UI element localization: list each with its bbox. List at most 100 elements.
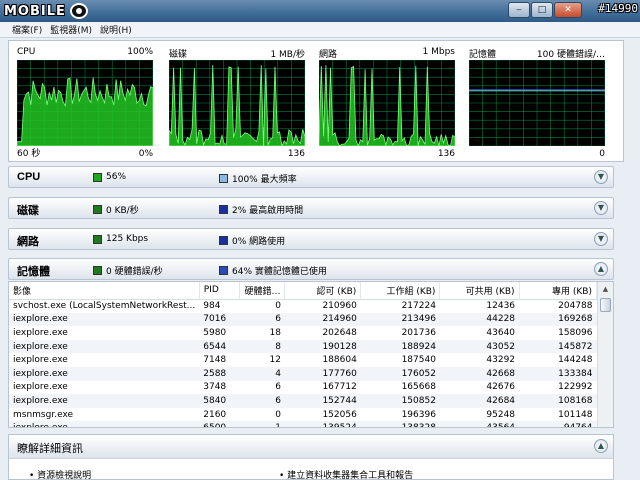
legend-text: 0 硬體錯誤/秒: [106, 267, 163, 277]
section-memory[interactable]: 記憶體 0 硬體錯誤/秒 64% 實體記憶體已使用 ▲: [8, 258, 614, 280]
legend-text: 0% 網路使用: [232, 237, 286, 247]
legend-swatch: [93, 172, 102, 182]
vertical-scrollbar[interactable]: ▲: [597, 282, 613, 427]
learn-more-title: 瞭解詳細資訊: [17, 442, 83, 455]
cell-image: iexplore.exe: [13, 327, 68, 338]
maximize-button[interactable]: □: [531, 2, 553, 18]
network-graph-canvas: [319, 60, 455, 146]
section-title: 記憶體: [17, 265, 50, 278]
table-row[interactable]: iexplore.exe 6544 8 190128 188924 43052 145872: [9, 339, 597, 354]
menu-file[interactable]: 檔案(F): [12, 23, 42, 36]
table-row[interactable]: iexplore.exe 7148 12 188604 187540 43292 14424…: [9, 353, 597, 367]
section-disk[interactable]: 磁碟 0 KB/秒 2% 最高啟用時間 ▼: [8, 197, 614, 219]
collapse-chevron-icon[interactable]: ▲: [594, 439, 608, 453]
legend-swatch: [219, 236, 228, 245]
legend-swatch: [219, 205, 228, 214]
legend-text: 56%: [106, 172, 127, 182]
graph-min-label: 0%: [138, 149, 153, 159]
cell-pid: 2588: [199, 366, 240, 381]
learn-more-header[interactable]: 瞭解詳細資訊 ▲: [9, 435, 613, 459]
scroll-thumb[interactable]: [600, 298, 611, 312]
table-row[interactable]: iexplore.exe 7016 6 214960 213496 44228 169268: [9, 312, 597, 327]
cell-commit: 210960: [322, 301, 357, 312]
expand-chevron-icon[interactable]: ▼: [594, 201, 608, 215]
table-body: svchost.exe (LocalSystemNetworkRest... 98…: [9, 299, 597, 427]
graphs-panel: CPU 100% 60 秒 0% 磁碟 1 MB/秒 136 網路 1 Mbps…: [8, 40, 624, 162]
column-header-private[interactable]: 專用 (KB): [519, 282, 598, 300]
memory-graph-canvas: [469, 60, 605, 146]
cell-shareable: 42668: [439, 366, 520, 381]
logo-mark-icon: [69, 3, 88, 19]
close-button[interactable]: ✕: [554, 2, 582, 18]
minimize-button[interactable]: ‒: [508, 2, 530, 18]
legend-swatch: [93, 205, 102, 214]
menu-help[interactable]: 說明(H): [100, 23, 132, 36]
legend-text: 100% 最大頻率: [232, 175, 297, 185]
cpu-graph: CPU 100% 60 秒 0%: [13, 47, 157, 159]
cell-hard-faults: 6: [275, 382, 281, 393]
graph-min-label: 136: [437, 149, 455, 159]
cell-commit: 152056: [322, 409, 357, 420]
cell-commit: 167712: [322, 382, 357, 393]
cell-shareable: 42684: [439, 394, 520, 408]
cell-working-set: 150852: [360, 394, 440, 408]
table-row[interactable]: iexplore.exe 3748 6 167712 165668 42676 122992: [9, 381, 597, 395]
graph-title: 網路: [319, 50, 338, 60]
section-title: CPU: [17, 171, 41, 183]
cell-working-set: 176052: [360, 366, 440, 381]
legend-text: 125 Kbps: [106, 234, 149, 244]
cell-working-set: 217224: [401, 301, 436, 312]
cell-pid: 6544: [199, 339, 240, 354]
cell-pid: 5840: [199, 394, 240, 408]
cell-commit: 214960: [284, 312, 361, 327]
table-row[interactable]: iexplore.exe 5980 18 202648 201736 43640 15809…: [9, 326, 597, 340]
cell-working-set: 188924: [360, 339, 440, 354]
expand-chevron-icon[interactable]: ▼: [594, 232, 608, 246]
graph-title: CPU: [17, 47, 36, 57]
cell-pid: 7016: [199, 312, 240, 327]
table-row[interactable]: iexplore.exe650011395241383284356494764: [9, 421, 597, 427]
link-data-collector-help[interactable]: • 建立資料收集器集合工具和報告: [279, 468, 413, 480]
cell-private: 94764: [519, 421, 597, 427]
section-network[interactable]: 網路 125 Kbps 0% 網路使用 ▼: [8, 228, 614, 250]
menu-monitor[interactable]: 監視器(M): [50, 23, 92, 36]
cell-hard-faults: 0: [275, 409, 281, 420]
graph-min-label: 136: [287, 149, 305, 159]
window-controls: ‒ □ ✕: [508, 2, 582, 18]
cell-working-set: 138328: [360, 421, 440, 427]
cell-commit: 177760: [284, 366, 361, 381]
cell-pid: 984: [203, 301, 221, 312]
scroll-up-icon[interactable]: ▲: [598, 282, 613, 296]
table-row[interactable]: msnmsgr.exe 2160 0 152056 196396 95248 101148: [9, 408, 597, 422]
cell-hard-faults: 8: [239, 339, 285, 354]
table-row[interactable]: svchost.exe (LocalSystemNetworkRest... 98…: [9, 299, 597, 313]
column-header-working-set[interactable]: 工作組 (KB): [360, 282, 441, 300]
cell-shareable: 44228: [439, 312, 520, 327]
table-row[interactable]: iexplore.exe 5840 6 152744 150852 42684 108168: [9, 394, 597, 408]
cell-image: iexplore.exe: [9, 421, 200, 427]
table-row[interactable]: iexplore.exe 2588 4 177760 176052 42668 133384: [9, 366, 597, 381]
collapse-chevron-icon[interactable]: ▲: [594, 262, 608, 276]
process-table-panel: 影像 PID 硬體錯… 認可 (KB) 工作組 (KB) 可共用 (KB) 專用…: [8, 281, 614, 428]
cell-working-set: 187540: [401, 355, 436, 366]
table-header-row: 影像 PID 硬體錯… 認可 (KB) 工作組 (KB) 可共用 (KB) 專用…: [9, 282, 598, 300]
network-graph: 網路 1 Mbps 136: [315, 47, 459, 159]
legend-swatch: [93, 234, 102, 244]
cell-private: 145872: [519, 339, 597, 354]
link-resource-monitor-help[interactable]: • 資源檢視說明: [29, 468, 91, 480]
cell-commit: 188604: [322, 355, 357, 366]
column-header-commit[interactable]: 認可 (KB): [284, 282, 362, 300]
section-cpu[interactable]: CPU 56% 100% 最大頻率 ▼: [8, 166, 614, 188]
column-header-image[interactable]: 影像: [9, 282, 200, 300]
cell-hard-faults: 6: [239, 394, 285, 408]
graph-max-label: 1 Mbps: [422, 47, 455, 57]
graph-max-label: 100%: [127, 47, 153, 57]
link-text: 建立資料收集器集合工具和報告: [287, 471, 414, 480]
expand-chevron-icon[interactable]: ▼: [594, 170, 608, 184]
title-bar: MOBILE ‒ □ ✕ #14990: [0, 0, 640, 22]
column-header-pid[interactable]: PID: [199, 282, 240, 300]
column-header-shareable[interactable]: 可共用 (KB): [439, 282, 520, 300]
section-title: 網路: [17, 235, 39, 248]
cell-image: msnmsgr.exe: [13, 409, 74, 420]
column-header-hard-faults[interactable]: 硬體錯…: [239, 282, 286, 300]
